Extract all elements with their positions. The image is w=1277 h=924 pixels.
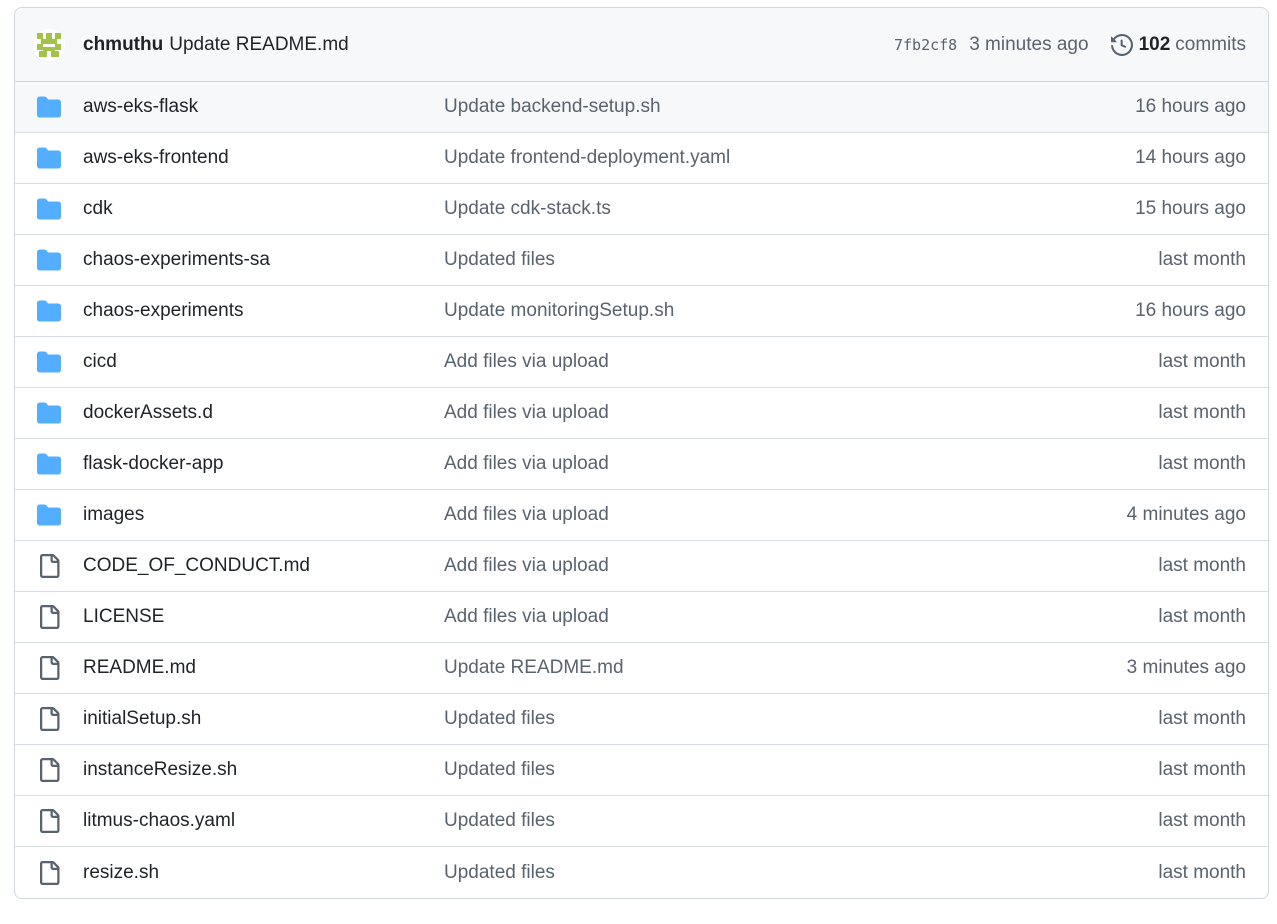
- folder-icon: [37, 147, 61, 169]
- file-row[interactable]: CODE_OF_CONDUCT.md Add files via upload la…: [15, 541, 1268, 592]
- file-row[interactable]: cicd Add files via upload last month: [15, 337, 1268, 388]
- file-icon: [40, 656, 60, 680]
- folder-name-link[interactable]: aws-eks-flask: [83, 96, 444, 118]
- file-row[interactable]: aws-eks-flask Update backend-setup.sh 16 h…: [15, 82, 1268, 133]
- file-row[interactable]: chaos-experiments Update monitoringSetup.…: [15, 286, 1268, 337]
- file-row[interactable]: flask-docker-app Add files via upload last…: [15, 439, 1268, 490]
- commit-age: last month: [1158, 861, 1246, 883]
- folder-icon: [37, 453, 61, 475]
- commit-message-link[interactable]: Updated files: [444, 249, 1158, 271]
- commit-message-link[interactable]: Add files via upload: [444, 402, 1158, 424]
- folder-name-link[interactable]: cdk: [83, 198, 444, 220]
- commit-age: last month: [1158, 555, 1246, 576]
- commit-age: last month: [1158, 606, 1246, 627]
- commit-age: 3 minutes ago: [1126, 657, 1246, 678]
- commit-message-link[interactable]: Updated files: [444, 862, 1158, 884]
- file-name-link[interactable]: initialSetup.sh: [83, 708, 444, 730]
- commit-age: last month: [1158, 759, 1246, 780]
- file-row[interactable]: litmus-chaos.yaml Updated files last month: [15, 796, 1268, 847]
- commit-age: 16 hours ago: [1135, 300, 1246, 321]
- file-list: aws-eks-flask Update backend-setup.sh 16 h…: [15, 82, 1268, 898]
- commit-author-link[interactable]: chmuthu: [83, 34, 163, 56]
- folder-icon: [37, 504, 61, 526]
- commit-message-link[interactable]: Add files via upload: [444, 555, 1158, 577]
- file-row[interactable]: initialSetup.sh Updated files last month: [15, 694, 1268, 745]
- commit-age: last month: [1158, 402, 1246, 423]
- commit-message-link[interactable]: Add files via upload: [444, 606, 1158, 628]
- file-row[interactable]: images Add files via upload 4 minutes ago: [15, 490, 1268, 541]
- file-name-link[interactable]: LICENSE: [83, 606, 444, 628]
- commit-message-link[interactable]: Update cdk-stack.ts: [444, 198, 1135, 220]
- file-icon: [40, 707, 60, 731]
- file-browser: chmuthu Update README.md 7fb2cf8 3 minut…: [14, 7, 1269, 899]
- file-icon: [40, 605, 60, 629]
- folder-name-link[interactable]: flask-docker-app: [83, 453, 444, 475]
- commit-age: last month: [1158, 249, 1246, 270]
- file-icon: [40, 758, 60, 782]
- commit-age: 4 minutes ago: [1126, 504, 1246, 525]
- commit-message-link[interactable]: Add files via upload: [444, 351, 1158, 373]
- commit-message-link[interactable]: Updated files: [444, 708, 1158, 730]
- folder-icon: [37, 402, 61, 424]
- commit-sha-link[interactable]: 7fb2cf8: [894, 36, 957, 54]
- file-row[interactable]: dockerAssets.d Add files via upload last m…: [15, 388, 1268, 439]
- folder-icon: [37, 249, 61, 271]
- file-icon: [40, 809, 60, 833]
- folder-name-link[interactable]: images: [83, 504, 444, 526]
- file-row[interactable]: LICENSE Add files via upload last month: [15, 592, 1268, 643]
- folder-icon: [37, 96, 61, 118]
- folder-name-link[interactable]: chaos-experiments-sa: [83, 249, 444, 271]
- commit-age: last month: [1158, 351, 1246, 372]
- folder-name-link[interactable]: cicd: [83, 351, 444, 373]
- commit-time: 3 minutes ago: [969, 33, 1089, 55]
- commit-age: 16 hours ago: [1135, 96, 1246, 117]
- file-name-link[interactable]: litmus-chaos.yaml: [83, 810, 444, 832]
- commit-message-link[interactable]: Add files via upload: [444, 504, 1127, 526]
- file-row[interactable]: chaos-experiments-sa Updated files last mo…: [15, 235, 1268, 286]
- file-name-link[interactable]: README.md: [83, 657, 444, 679]
- file-icon: [40, 554, 60, 578]
- history-icon: [1110, 33, 1133, 56]
- commit-history-link[interactable]: 102 commits: [1110, 33, 1246, 56]
- latest-commit-bar: chmuthu Update README.md 7fb2cf8 3 minut…: [15, 8, 1268, 82]
- file-row[interactable]: instanceResize.sh Updated files last month: [15, 745, 1268, 796]
- commit-message-link[interactable]: Updated files: [444, 759, 1158, 781]
- folder-name-link[interactable]: aws-eks-frontend: [83, 147, 444, 169]
- file-name-link[interactable]: instanceResize.sh: [83, 759, 444, 781]
- commit-age: 15 hours ago: [1135, 198, 1246, 219]
- commit-age: last month: [1158, 810, 1246, 831]
- folder-icon: [37, 300, 61, 322]
- commit-message-link[interactable]: Updated files: [444, 810, 1158, 832]
- file-row[interactable]: resize.sh Updated files last month: [15, 847, 1268, 898]
- file-name-link[interactable]: CODE_OF_CONDUCT.md: [83, 555, 444, 577]
- folder-name-link[interactable]: dockerAssets.d: [83, 402, 444, 424]
- commit-age: 14 hours ago: [1135, 147, 1246, 168]
- commit-message-link[interactable]: Update frontend-deployment.yaml: [444, 147, 1135, 169]
- commit-age: last month: [1158, 453, 1246, 474]
- file-icon: [40, 860, 60, 885]
- folder-icon: [37, 351, 61, 373]
- commit-count: 102: [1138, 33, 1171, 55]
- commit-message-link[interactable]: Update README.md: [444, 657, 1127, 679]
- commit-message-link[interactable]: Update backend-setup.sh: [444, 96, 1135, 118]
- commit-message-link[interactable]: Update monitoringSetup.sh: [444, 300, 1135, 322]
- folder-icon: [37, 198, 61, 220]
- avatar[interactable]: [33, 28, 65, 61]
- commit-message-link[interactable]: Add files via upload: [444, 453, 1158, 475]
- folder-name-link[interactable]: chaos-experiments: [83, 300, 444, 322]
- commit-message-link[interactable]: Update README.md: [169, 34, 349, 56]
- commit-age: last month: [1158, 708, 1246, 729]
- file-name-link[interactable]: resize.sh: [83, 862, 444, 884]
- file-row[interactable]: README.md Update README.md 3 minutes ago: [15, 643, 1268, 694]
- file-row[interactable]: cdk Update cdk-stack.ts 15 hours ago: [15, 184, 1268, 235]
- file-row[interactable]: aws-eks-frontend Update frontend-deployme…: [15, 133, 1268, 184]
- commits-label: commits: [1175, 33, 1246, 55]
